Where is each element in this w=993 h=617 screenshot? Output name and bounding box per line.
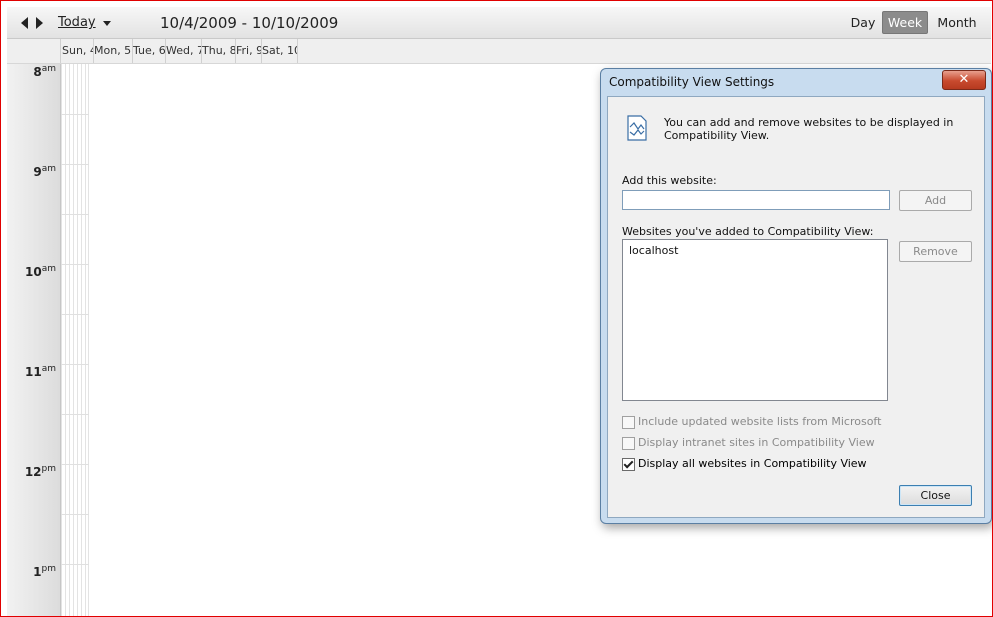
day-header-sun[interactable]: Sun, 4	[61, 39, 94, 63]
websites-list-label: Websites you've added to Compatibility V…	[622, 225, 874, 238]
remove-button[interactable]: Remove	[899, 241, 972, 262]
day-header-sat[interactable]: Sat, 10	[261, 39, 298, 63]
calendar-window: Today 10/4/2009 - 10/10/2009 Day Week Mo…	[0, 0, 993, 617]
websites-listbox[interactable]: localhost	[622, 239, 888, 401]
today-link[interactable]: Today	[58, 15, 96, 30]
day-header-tue[interactable]: Tue, 6	[132, 39, 166, 63]
view-month-button[interactable]: Month	[932, 11, 982, 34]
add-button[interactable]: Add	[899, 190, 972, 211]
next-week-icon[interactable]	[36, 17, 43, 29]
hour-line	[61, 564, 89, 565]
hour-label: 10am	[25, 264, 56, 279]
view-day-button[interactable]: Day	[845, 11, 881, 34]
dialog-body: You can add and remove websites to be di…	[607, 96, 985, 518]
calendar-toolbar: Today 10/4/2009 - 10/10/2009 Day Week Mo…	[7, 7, 991, 39]
intranet-sites-label: Display intranet sites in Compatibility …	[638, 436, 875, 449]
date-range: 10/4/2009 - 10/10/2009	[160, 14, 339, 32]
half-hour-line	[61, 114, 89, 115]
day-header-fri[interactable]: Fri, 9	[235, 39, 262, 63]
dialog-title: Compatibility View Settings	[609, 75, 775, 89]
previous-week-icon[interactable]	[21, 17, 28, 29]
hour-line	[61, 364, 89, 365]
compatibility-view-icon	[627, 115, 647, 141]
hour-label: 12pm	[24, 464, 56, 479]
view-week-button[interactable]: Week	[882, 11, 928, 34]
list-item[interactable]: localhost	[629, 244, 678, 257]
dialog-close-icon[interactable]: ✕	[942, 70, 986, 90]
dialog-info-text: You can add and remove websites to be di…	[664, 116, 954, 142]
day-header-corner	[7, 39, 61, 63]
day-grid[interactable]	[61, 64, 89, 616]
hour-label: 9am	[33, 164, 56, 179]
all-websites-checkbox[interactable]	[622, 458, 635, 471]
close-button[interactable]: Close	[899, 485, 972, 506]
hour-line	[61, 464, 89, 465]
hour-label: 11am	[25, 364, 56, 379]
hour-line	[61, 164, 89, 165]
hour-label: 1pm	[33, 564, 56, 579]
day-header-mon[interactable]: Mon, 5	[93, 39, 133, 63]
day-header-wed[interactable]: Wed, 7	[165, 39, 202, 63]
time-column: 8am 9am 10am 11am 12pm 1pm	[7, 64, 61, 616]
include-ms-lists-label: Include updated website lists from Micro…	[638, 415, 882, 428]
add-website-label: Add this website:	[622, 174, 717, 187]
intranet-sites-checkbox[interactable]	[622, 437, 635, 450]
include-ms-lists-checkbox[interactable]	[622, 416, 635, 429]
half-hour-line	[61, 514, 89, 515]
hour-line	[61, 264, 89, 265]
all-websites-label: Display all websites in Compatibility Vi…	[638, 457, 867, 470]
add-website-input[interactable]	[622, 190, 890, 210]
day-header-thu[interactable]: Thu, 8	[201, 39, 236, 63]
half-hour-line	[61, 314, 89, 315]
compatibility-view-dialog: Compatibility View Settings ✕ You can ad…	[600, 68, 992, 524]
half-hour-line	[61, 414, 89, 415]
day-header-row: Sun, 4 Mon, 5 Tue, 6 Wed, 7 Thu, 8 Fri, …	[7, 39, 991, 64]
today-dropdown-icon[interactable]	[103, 21, 111, 26]
hour-label: 8am	[33, 64, 56, 79]
half-hour-line	[61, 214, 89, 215]
